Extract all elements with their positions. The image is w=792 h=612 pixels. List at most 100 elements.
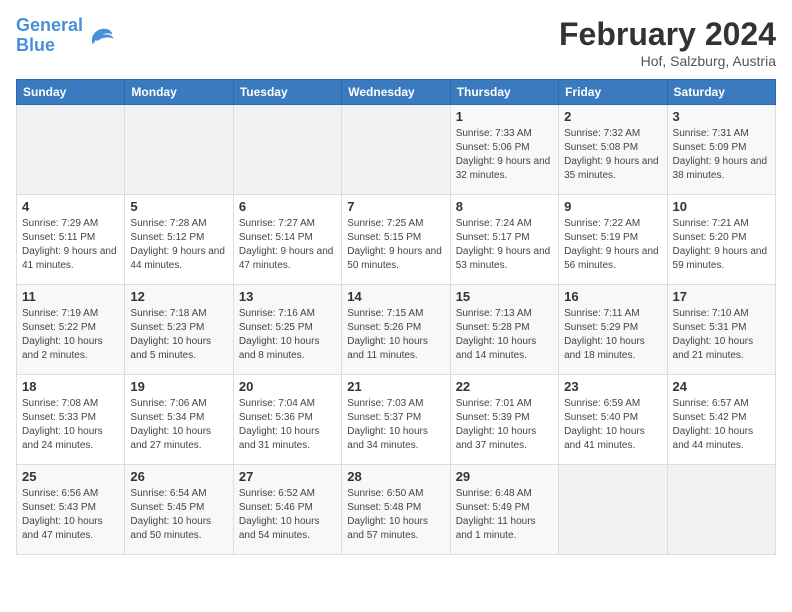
calendar-cell: 28Sunrise: 6:50 AMSunset: 5:48 PMDayligh…: [342, 465, 450, 555]
calendar-week-row: 18 Sunrise: 7:08 AMSunset: 5:33 PMDayligh…: [17, 375, 776, 465]
day-info: Sunrise: 6:59 AMSunset: 5:40 PMDaylight:…: [564, 397, 661, 453]
location-subtitle: Hof, Salzburg, Austria: [559, 53, 776, 69]
calendar-cell: 12 Sunrise: 7:18 AMSunset: 5:23 PMDayligh…: [125, 285, 233, 375]
calendar-cell: 27 Sunrise: 6:52 AMSunset: 5:46 PMDayligh…: [233, 465, 341, 555]
calendar-cell: [667, 465, 775, 555]
day-number: 26: [130, 469, 227, 484]
day-info: Sunrise: 7:06 AMSunset: 5:34 PMDaylight:…: [130, 397, 227, 453]
day-number: 13: [239, 289, 336, 304]
day-number: 6: [239, 199, 336, 214]
day-info: Sunrise: 7:18 AMSunset: 5:23 PMDaylight:…: [130, 307, 227, 363]
calendar-cell: 3Sunrise: 7:31 AMSunset: 5:09 PMDaylight…: [667, 105, 775, 195]
column-header-tuesday: Tuesday: [233, 80, 341, 105]
calendar-cell: 6 Sunrise: 7:27 AMSunset: 5:14 PMDaylight…: [233, 195, 341, 285]
calendar-cell: [342, 105, 450, 195]
day-info: Sunrise: 7:21 AMSunset: 5:20 PMDaylight:…: [673, 217, 770, 273]
calendar-week-row: 4 Sunrise: 7:29 AMSunset: 5:11 PMDaylight…: [17, 195, 776, 285]
day-number: 18: [22, 379, 119, 394]
title-area: February 2024 Hof, Salzburg, Austria: [559, 16, 776, 69]
day-info: Sunrise: 7:29 AMSunset: 5:11 PMDaylight:…: [22, 217, 119, 273]
calendar-cell: 4 Sunrise: 7:29 AMSunset: 5:11 PMDaylight…: [17, 195, 125, 285]
column-header-thursday: Thursday: [450, 80, 558, 105]
day-number: 22: [456, 379, 553, 394]
day-number: 27: [239, 469, 336, 484]
calendar-cell: [125, 105, 233, 195]
calendar-cell: 13 Sunrise: 7:16 AMSunset: 5:25 PMDayligh…: [233, 285, 341, 375]
day-number: 16: [564, 289, 661, 304]
day-info: Sunrise: 7:15 AMSunset: 5:26 PMDaylight:…: [347, 307, 444, 363]
day-info: Sunrise: 7:27 AMSunset: 5:14 PMDaylight:…: [239, 217, 336, 273]
day-number: 15: [456, 289, 553, 304]
calendar-header-row: SundayMondayTuesdayWednesdayThursdayFrid…: [17, 80, 776, 105]
calendar-week-row: 1Sunrise: 7:33 AMSunset: 5:06 PMDaylight…: [17, 105, 776, 195]
day-info: Sunrise: 6:52 AMSunset: 5:46 PMDaylight:…: [239, 487, 336, 543]
day-number: 2: [564, 109, 661, 124]
day-number: 11: [22, 289, 119, 304]
day-number: 14: [347, 289, 444, 304]
day-info: Sunrise: 7:08 AMSunset: 5:33 PMDaylight:…: [22, 397, 119, 453]
calendar-cell: [559, 465, 667, 555]
calendar-cell: 11 Sunrise: 7:19 AMSunset: 5:22 PMDayligh…: [17, 285, 125, 375]
day-info: Sunrise: 6:54 AMSunset: 5:45 PMDaylight:…: [130, 487, 227, 543]
calendar-cell: 25 Sunrise: 6:56 AMSunset: 5:43 PMDayligh…: [17, 465, 125, 555]
day-info: Sunrise: 7:13 AMSunset: 5:28 PMDaylight:…: [456, 307, 553, 363]
calendar-cell: 1Sunrise: 7:33 AMSunset: 5:06 PMDaylight…: [450, 105, 558, 195]
calendar-cell: 21 Sunrise: 7:03 AMSunset: 5:37 PMDayligh…: [342, 375, 450, 465]
logo-line2: Blue: [16, 35, 55, 55]
day-info: Sunrise: 7:04 AMSunset: 5:36 PMDaylight:…: [239, 397, 336, 453]
calendar-cell: [17, 105, 125, 195]
day-number: 10: [673, 199, 770, 214]
column-header-friday: Friday: [559, 80, 667, 105]
column-header-wednesday: Wednesday: [342, 80, 450, 105]
day-number: 1: [456, 109, 553, 124]
day-info: Sunrise: 7:32 AMSunset: 5:08 PMDaylight:…: [564, 127, 661, 183]
calendar-cell: 16 Sunrise: 7:11 AMSunset: 5:29 PMDayligh…: [559, 285, 667, 375]
day-number: 17: [673, 289, 770, 304]
calendar-cell: 17Sunrise: 7:10 AMSunset: 5:31 PMDayligh…: [667, 285, 775, 375]
day-number: 7: [347, 199, 444, 214]
calendar-cell: 8Sunrise: 7:24 AMSunset: 5:17 PMDaylight…: [450, 195, 558, 285]
calendar-cell: 14 Sunrise: 7:15 AMSunset: 5:26 PMDayligh…: [342, 285, 450, 375]
day-number: 23: [564, 379, 661, 394]
calendar-cell: 23 Sunrise: 6:59 AMSunset: 5:40 PMDayligh…: [559, 375, 667, 465]
calendar-cell: 29Sunrise: 6:48 AMSunset: 5:49 PMDayligh…: [450, 465, 558, 555]
calendar-cell: 9Sunrise: 7:22 AMSunset: 5:19 PMDaylight…: [559, 195, 667, 285]
calendar-cell: 24Sunrise: 6:57 AMSunset: 5:42 PMDayligh…: [667, 375, 775, 465]
calendar-week-row: 25 Sunrise: 6:56 AMSunset: 5:43 PMDayligh…: [17, 465, 776, 555]
day-info: Sunrise: 6:56 AMSunset: 5:43 PMDaylight:…: [22, 487, 119, 543]
calendar-week-row: 11 Sunrise: 7:19 AMSunset: 5:22 PMDayligh…: [17, 285, 776, 375]
day-info: Sunrise: 7:25 AMSunset: 5:15 PMDaylight:…: [347, 217, 444, 273]
day-info: Sunrise: 7:16 AMSunset: 5:25 PMDaylight:…: [239, 307, 336, 363]
day-number: 8: [456, 199, 553, 214]
day-number: 20: [239, 379, 336, 394]
day-number: 4: [22, 199, 119, 214]
calendar-cell: 26 Sunrise: 6:54 AMSunset: 5:45 PMDayligh…: [125, 465, 233, 555]
calendar-cell: 19 Sunrise: 7:06 AMSunset: 5:34 PMDayligh…: [125, 375, 233, 465]
day-info: Sunrise: 7:28 AMSunset: 5:12 PMDaylight:…: [130, 217, 227, 273]
logo-bird-icon: [87, 22, 115, 50]
day-number: 29: [456, 469, 553, 484]
calendar-cell: 5 Sunrise: 7:28 AMSunset: 5:12 PMDaylight…: [125, 195, 233, 285]
column-header-saturday: Saturday: [667, 80, 775, 105]
calendar-cell: 10 Sunrise: 7:21 AMSunset: 5:20 PMDayligh…: [667, 195, 775, 285]
calendar-cell: 20 Sunrise: 7:04 AMSunset: 5:36 PMDayligh…: [233, 375, 341, 465]
page-header: General Blue February 2024 Hof, Salzburg…: [16, 16, 776, 69]
day-number: 25: [22, 469, 119, 484]
logo: General Blue: [16, 16, 115, 56]
day-number: 12: [130, 289, 227, 304]
month-year-title: February 2024: [559, 16, 776, 53]
day-info: Sunrise: 7:03 AMSunset: 5:37 PMDaylight:…: [347, 397, 444, 453]
calendar-cell: 2 Sunrise: 7:32 AMSunset: 5:08 PMDaylight…: [559, 105, 667, 195]
day-number: 21: [347, 379, 444, 394]
calendar-cell: 15 Sunrise: 7:13 AMSunset: 5:28 PMDayligh…: [450, 285, 558, 375]
day-number: 19: [130, 379, 227, 394]
calendar-cell: [233, 105, 341, 195]
calendar-cell: 22Sunrise: 7:01 AMSunset: 5:39 PMDayligh…: [450, 375, 558, 465]
day-number: 5: [130, 199, 227, 214]
day-info: Sunrise: 7:19 AMSunset: 5:22 PMDaylight:…: [22, 307, 119, 363]
day-info: Sunrise: 7:11 AMSunset: 5:29 PMDaylight:…: [564, 307, 661, 363]
calendar-cell: 7 Sunrise: 7:25 AMSunset: 5:15 PMDaylight…: [342, 195, 450, 285]
day-info: Sunrise: 7:22 AMSunset: 5:19 PMDaylight:…: [564, 217, 661, 273]
day-info: Sunrise: 6:50 AMSunset: 5:48 PMDaylight:…: [347, 487, 444, 543]
logo-text: General Blue: [16, 16, 83, 56]
